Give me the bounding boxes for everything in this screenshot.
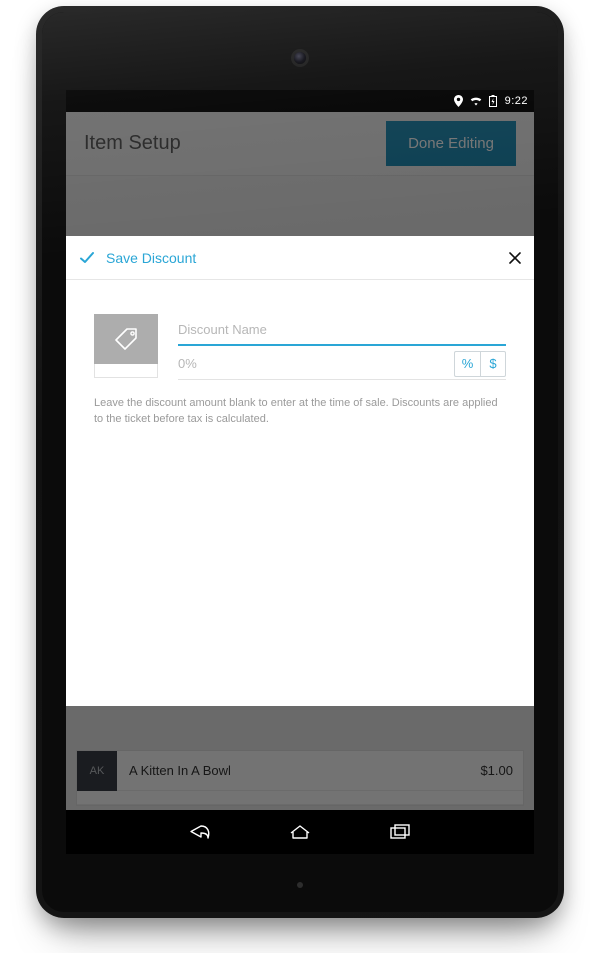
helper-text: Leave the discount amount blank to enter… [94, 396, 506, 428]
back-button[interactable] [186, 822, 214, 842]
discount-type-toggle: % $ [454, 351, 506, 377]
status-bar: 9:22 [66, 90, 534, 112]
modal-title: Save Discount [106, 250, 508, 266]
battery-icon [489, 95, 497, 107]
tag-icon [94, 314, 158, 366]
app-surface: Item Setup Done Editing AK A Kitten In A… [66, 112, 534, 810]
discount-name-field[interactable] [178, 314, 506, 346]
discount-name-input[interactable] [178, 322, 506, 337]
dollar-toggle-button[interactable]: $ [480, 351, 506, 377]
stage: 9:22 Item Setup Done Editing AK A Kitten… [0, 0, 600, 953]
percent-toggle-button[interactable]: % [454, 351, 480, 377]
status-time: 9:22 [505, 95, 528, 107]
home-button[interactable] [286, 822, 314, 842]
modal-body: % $ Leave the discount amount blank to e… [66, 280, 534, 428]
recent-apps-button[interactable] [386, 822, 414, 842]
location-icon [454, 95, 463, 107]
check-icon[interactable] [78, 249, 96, 267]
wifi-icon [469, 96, 483, 106]
discount-fields: % $ [178, 314, 506, 380]
discount-tile[interactable] [94, 314, 158, 378]
save-discount-modal: Save Discount [66, 236, 534, 706]
close-icon[interactable] [508, 251, 522, 265]
modal-header: Save Discount [66, 236, 534, 280]
discount-amount-field[interactable]: % $ [178, 348, 506, 380]
android-nav-bar [66, 810, 534, 854]
discount-amount-input[interactable] [178, 356, 446, 371]
speaker-dot [297, 882, 303, 888]
device-screen: 9:22 Item Setup Done Editing AK A Kitten… [66, 90, 534, 854]
tablet-frame: 9:22 Item Setup Done Editing AK A Kitten… [36, 6, 564, 918]
tablet-inner: 9:22 Item Setup Done Editing AK A Kitten… [42, 12, 558, 912]
tile-label-strip [94, 364, 158, 378]
front-camera [294, 52, 306, 64]
